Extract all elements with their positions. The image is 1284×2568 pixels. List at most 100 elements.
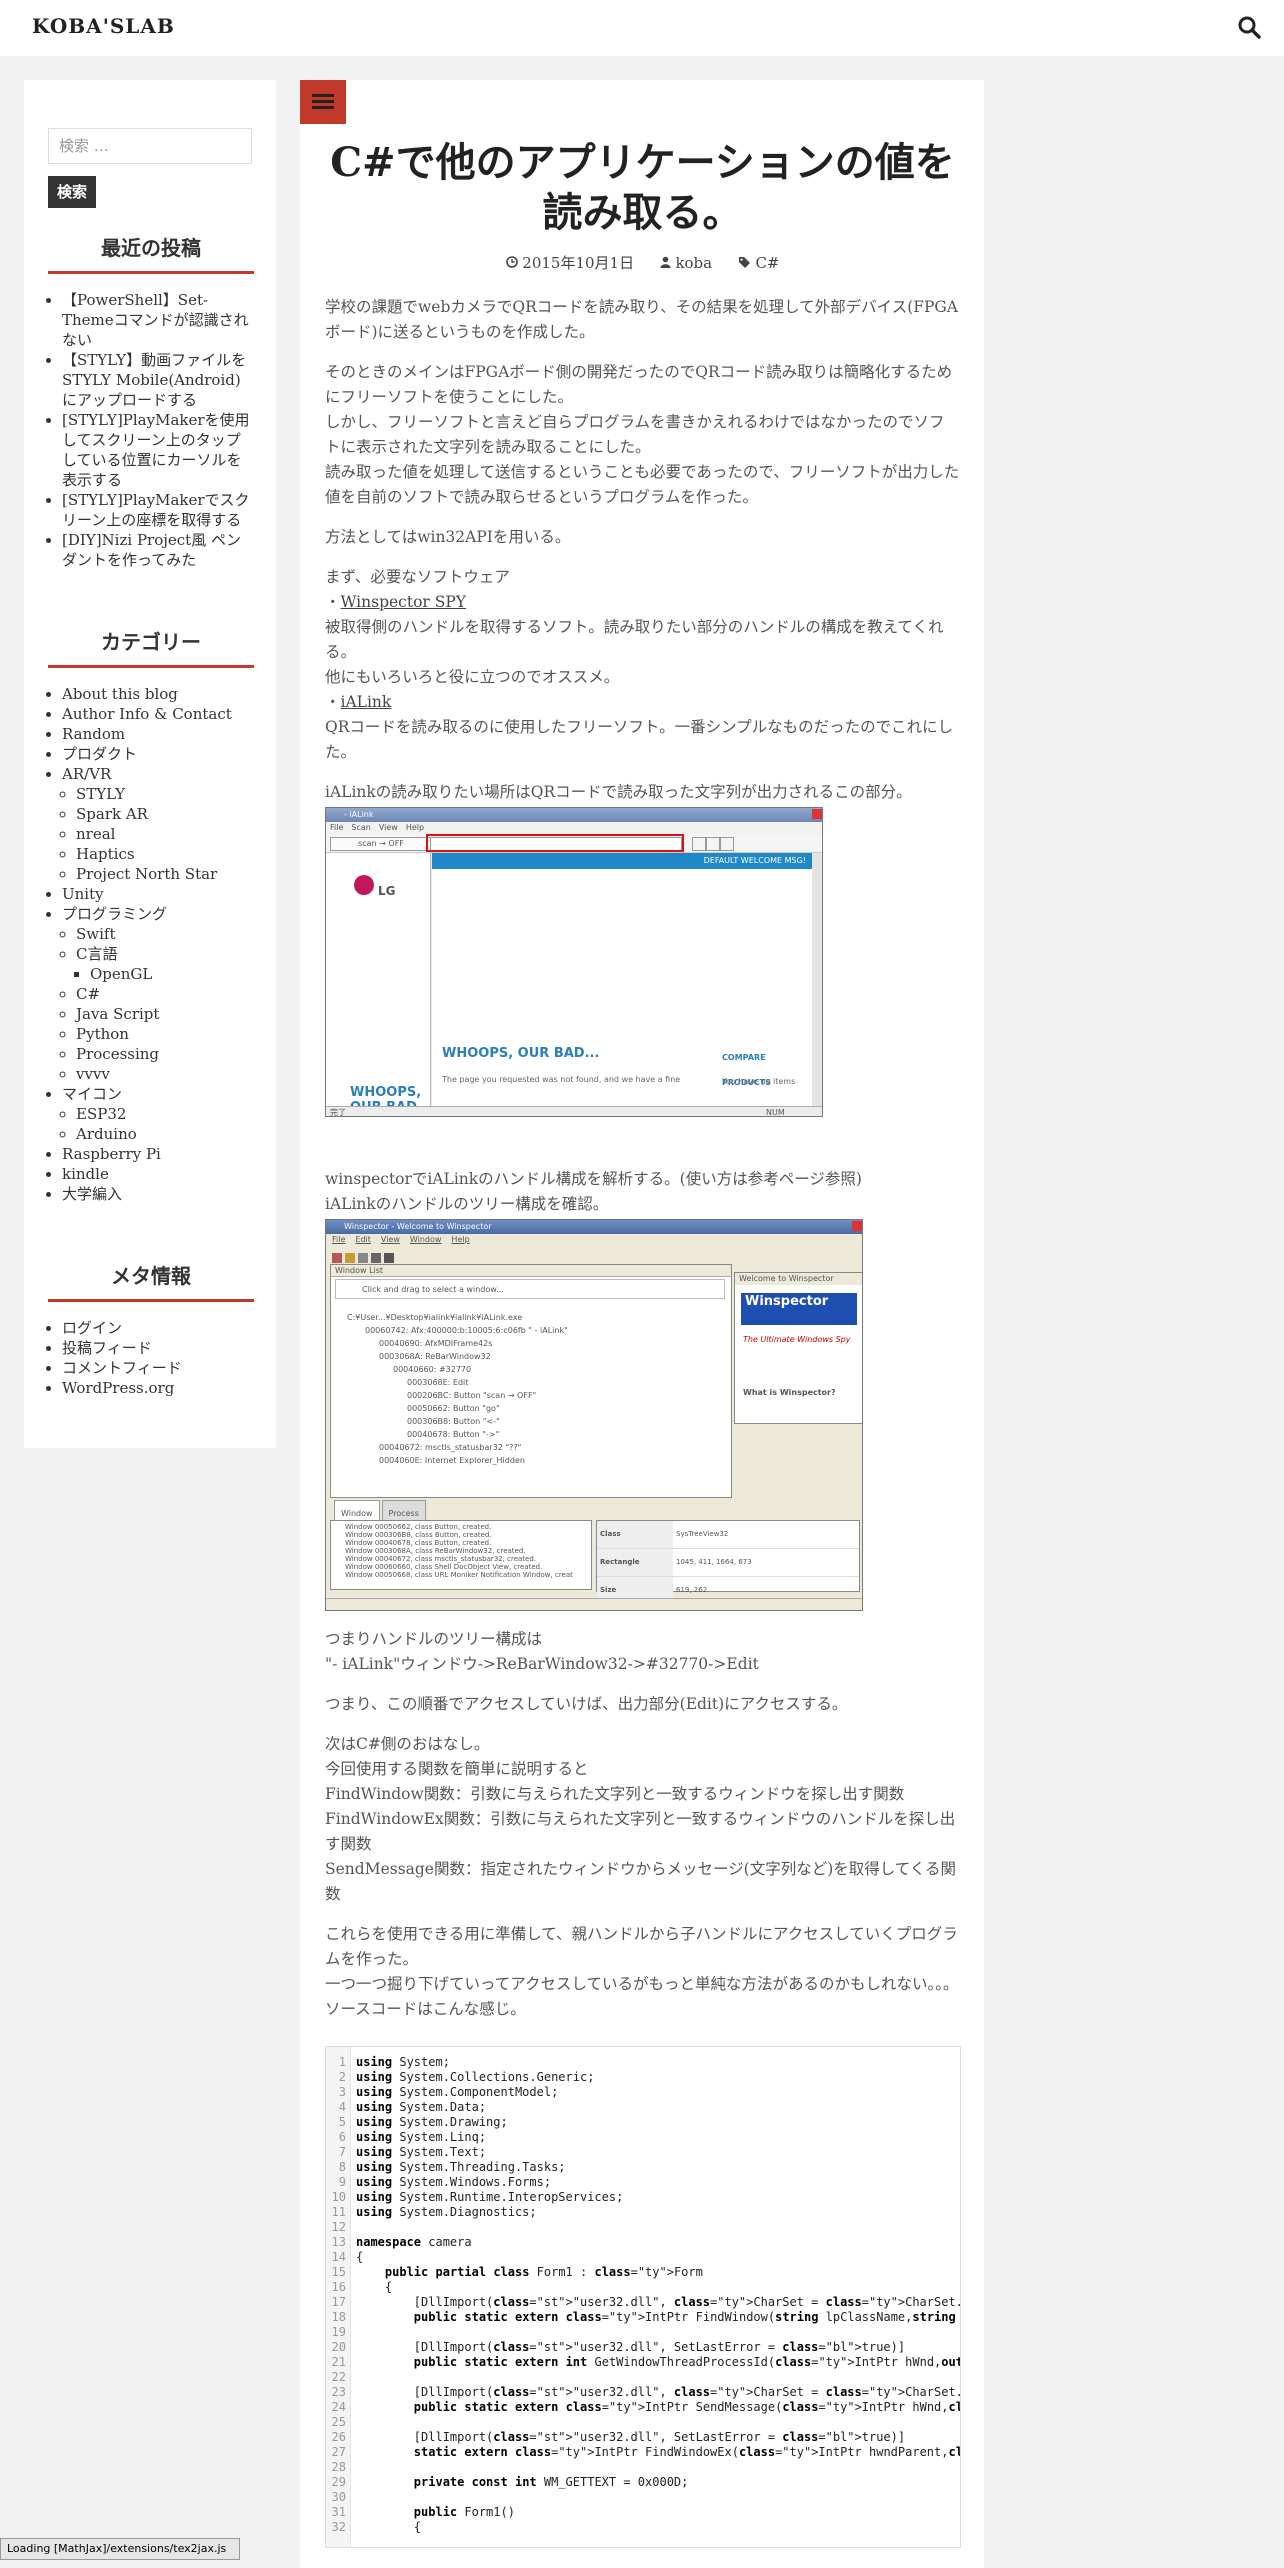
- post-author[interactable]: koba: [675, 254, 712, 272]
- category-item: Unity: [62, 884, 254, 904]
- category-link[interactable]: 大学編入: [62, 1185, 122, 1203]
- log-line: Window 00050668, class URL Moniker Notif…: [345, 1571, 573, 1579]
- line-number: 21: [331, 2355, 346, 2369]
- category-link[interactable]: マイコン: [62, 1085, 122, 1103]
- category-link[interactable]: Arduino: [76, 1125, 137, 1143]
- log-line: Window 0003068A, class ReBarWindow32, cr…: [345, 1547, 526, 1555]
- site-title[interactable]: KOBA'SLAB: [32, 14, 175, 38]
- meta-link[interactable]: ログイン: [62, 1319, 122, 1337]
- ialink-screenshot: - iALink File Scan View Help scan → OFF LG …: [325, 807, 823, 1117]
- category-link[interactable]: C言語: [76, 945, 117, 963]
- search-form: 検索 … 検索: [48, 128, 254, 232]
- category-link[interactable]: Unity: [62, 885, 104, 903]
- code-line: using System.Drawing;: [356, 2115, 508, 2129]
- category-link[interactable]: Raspberry Pi: [62, 1145, 161, 1163]
- category-item: STYLY: [76, 784, 254, 804]
- menu-icon[interactable]: [300, 80, 346, 124]
- text-line: FindWindowEx関数：引数に与えられた文字列と一致するウィンドウのハンド…: [325, 1810, 956, 1853]
- meta-link[interactable]: WordPress.org: [62, 1379, 174, 1397]
- tree-node: 0003068A: ReBarWindow32: [379, 1352, 491, 1361]
- category-item: AR/VR STYLY Spark AR nreal Haptics Project No…: [62, 764, 254, 884]
- whoops-heading: WHOOPS, OUR BAD...: [442, 1046, 600, 1061]
- recent-post-link[interactable]: [DIY]Nizi Project風 ペンダントを作ってみた: [62, 531, 241, 569]
- search-icon[interactable]: [1236, 14, 1264, 42]
- recent-post-link[interactable]: [STYLY]PlayMakerでスクリーン上の座標を取得する: [62, 491, 250, 529]
- highlight-box: [426, 834, 684, 852]
- window-title: - iALink: [344, 810, 374, 819]
- category-link[interactable]: Processing: [76, 1045, 159, 1063]
- category-link[interactable]: Spark AR: [76, 805, 148, 823]
- toolbar: [332, 1248, 432, 1263]
- line-number: 25: [331, 2415, 346, 2429]
- post-category[interactable]: C#: [755, 254, 779, 272]
- log-line: Window 00050662, class Button, created.: [345, 1523, 492, 1531]
- category-link[interactable]: Author Info & Contact: [62, 705, 232, 723]
- window-tree: C:¥User...¥Desktop¥ialink¥ialink¥iALink.…: [337, 1305, 717, 1465]
- category-link[interactable]: Random: [62, 725, 125, 743]
- category-link[interactable]: Java Script: [76, 1005, 159, 1023]
- category-link[interactable]: kindle: [62, 1165, 109, 1183]
- recent-posts-widget: 最近の投稿 【PowerShell】Set-Themeコマンドが認識されない【S…: [48, 232, 254, 570]
- category-link[interactable]: STYLY: [76, 785, 125, 803]
- meta-link[interactable]: 投稿フィード: [62, 1339, 152, 1357]
- widget-title-meta: メタ情報: [48, 1260, 254, 1302]
- recent-post-link[interactable]: 【PowerShell】Set-Themeコマンドが認識されない: [62, 291, 249, 349]
- tree-node: 00040678: Button "->": [407, 1430, 500, 1439]
- category-link[interactable]: プログラミング: [62, 905, 167, 923]
- code-lines: 1 using System; 2 using System.Collections.…: [326, 2047, 960, 2534]
- category-link[interactable]: ESP32: [76, 1105, 126, 1123]
- category-link[interactable]: C#: [76, 985, 100, 1003]
- line-number: 14: [331, 2250, 346, 2264]
- subcategory-list: ESP32 Arduino: [62, 1104, 254, 1144]
- line-number: 31: [331, 2505, 346, 2519]
- category-item: Project North Star: [76, 864, 254, 884]
- category-link[interactable]: Python: [76, 1025, 129, 1043]
- brand-banner: Winspector: [741, 1293, 857, 1325]
- category-link[interactable]: AR/VR: [62, 765, 111, 783]
- menu-item: Scan: [351, 823, 371, 832]
- line-number: 12: [331, 2220, 346, 2234]
- code-line: using System.Windows.Forms;: [356, 2175, 552, 2189]
- search-button[interactable]: 検索: [48, 176, 96, 208]
- browser-status-bar: Loading [MathJax]/extensions/tex2jax.js: [0, 2538, 240, 2560]
- text-line: まず、必要なソフトウェア: [325, 568, 510, 586]
- user-icon: [660, 254, 676, 272]
- post-date[interactable]: 2015年10月1日: [522, 254, 634, 272]
- paragraph: つまりハンドルのツリー構成は "- iALink"ウィンドウ->ReBarWin…: [325, 1627, 960, 1677]
- category-link[interactable]: OpenGL: [90, 965, 152, 983]
- tree-node: 00040660: #32770: [393, 1365, 472, 1374]
- line-number: 6: [338, 2130, 346, 2144]
- category-link[interactable]: プロダクト: [62, 745, 137, 763]
- code-line: private const int WM_GETTEXT = 0x000D;: [413, 2475, 689, 2489]
- tagline: The Ultimate Windows Spy: [743, 1335, 851, 1344]
- category-link[interactable]: vvvv: [76, 1065, 110, 1083]
- search-input[interactable]: 検索 …: [48, 128, 252, 164]
- list-item: 【STYLY】動画ファイルをSTYLY Mobile(Android)にアップロ…: [62, 350, 254, 410]
- line-number: 7: [338, 2145, 346, 2159]
- recent-post-link[interactable]: [STYLY]PlayMakerを使用してスクリーン上のタップしている位置にカー…: [62, 411, 250, 489]
- category-link[interactable]: Haptics: [76, 845, 135, 863]
- menu-item: Edit: [355, 1235, 371, 1244]
- categories-list: About this blog Author Info & Contact Rand…: [48, 684, 254, 1204]
- drag-hint: Click and drag to select a window...: [335, 1279, 725, 1299]
- category-link[interactable]: About this blog: [62, 685, 178, 703]
- line-number: 3: [338, 2085, 346, 2099]
- meta-list: ログイン投稿フィードコメントフィード WordPress.org: [48, 1318, 254, 1398]
- code-line: using System.Diagnostics;: [356, 2205, 537, 2219]
- browser-pane: WHOOPS, OUR BAD... The page you requeste…: [432, 869, 812, 1108]
- close-icon: [852, 1221, 862, 1231]
- logo-icon: [354, 875, 374, 895]
- category-item: Processing: [76, 1044, 254, 1064]
- text-line: 読み取った値を処理して送信するということも必要であったので、フリーソフトが出力し…: [325, 463, 960, 506]
- category-link[interactable]: nreal: [76, 825, 115, 843]
- ialink-link[interactable]: iALink: [341, 693, 392, 711]
- meta-link[interactable]: コメントフィード: [62, 1359, 182, 1377]
- category-link[interactable]: Project North Star: [76, 865, 217, 883]
- recent-post-link[interactable]: 【STYLY】動画ファイルをSTYLY Mobile(Android)にアップロ…: [62, 351, 246, 409]
- code-block: 1 using System; 2 using System.Collections.…: [325, 2046, 961, 2548]
- toolbar: scan → OFF: [326, 834, 822, 853]
- tree-node: 00060742: Afx:400000:b:10005:6:c06fb " -…: [365, 1326, 568, 1335]
- category-link[interactable]: Swift: [76, 925, 116, 943]
- winspector-link[interactable]: Winspector SPY: [341, 593, 467, 611]
- forward-button: [720, 837, 734, 851]
